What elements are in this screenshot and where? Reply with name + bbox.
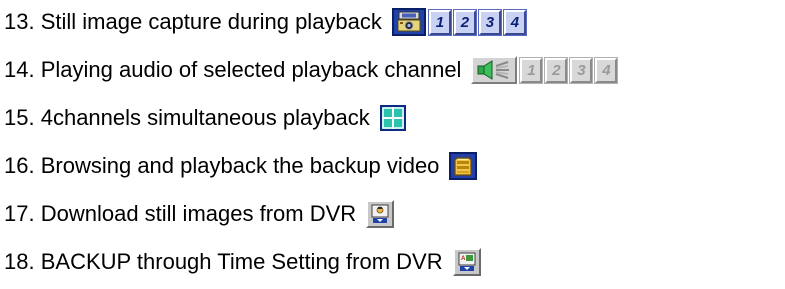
capture-channel-4-button[interactable]: 4 [503,9,526,35]
audio-channel-3-button[interactable]: 3 [570,57,593,83]
quad-controls [379,105,406,131]
svg-text:A: A [461,256,466,262]
download-image-icon[interactable] [366,200,395,228]
time-backup-controls: A [452,248,481,276]
item-text: 18. BACKUP through Time Setting from DVR [4,249,443,274]
download-controls [366,200,395,228]
camera-capture-icon[interactable] [391,8,426,36]
capture-channel-1-button[interactable]: 1 [428,9,451,35]
item-text: 17. Download still images from DVR [4,201,357,226]
backup-controls [449,152,478,180]
list-item: 14. Playing audio of selected playback c… [4,50,620,90]
capture-channel-3-button[interactable]: 3 [478,9,501,35]
list-item: 15. 4channels simultaneous playback [4,98,406,138]
item-text: 14. Playing audio of selected playback c… [4,57,462,82]
item-text: 15. 4channels simultaneous playback [4,105,370,130]
audio-controls: 1 2 3 4 [471,56,620,84]
quad-view-icon[interactable] [379,105,406,131]
capture-channel-2-button[interactable]: 2 [453,9,476,35]
speaker-audio-icon[interactable] [471,56,518,84]
list-item: 13. Still image capture during playback … [4,2,529,42]
item-text: 13. Still image capture during playback [4,9,382,34]
list-item: 16. Browsing and playback the backup vid… [4,146,478,186]
download-time-backup-icon[interactable]: A [452,248,481,276]
list-item: 17. Download still images from DVR [4,194,395,234]
audio-channel-4-button[interactable]: 4 [595,57,618,83]
audio-channel-1-button[interactable]: 1 [520,57,543,83]
audio-channel-2-button[interactable]: 2 [545,57,568,83]
backup-drive-icon[interactable] [449,152,478,180]
list-item: 18. BACKUP through Time Setting from DVR… [4,242,481,282]
capture-controls: 1 2 3 4 [391,8,529,36]
item-text: 16. Browsing and playback the backup vid… [4,153,440,178]
